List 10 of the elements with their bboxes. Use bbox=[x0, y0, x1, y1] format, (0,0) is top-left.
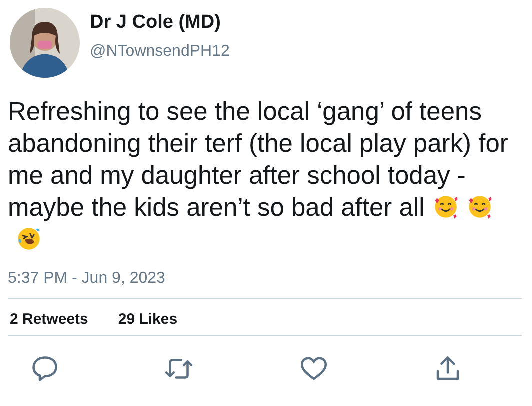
laughing-face-icon bbox=[16, 226, 42, 252]
stat-link[interactable]: 2 Retweets bbox=[10, 311, 88, 327]
speech-bubble-icon bbox=[30, 354, 60, 384]
smiling-face-with-hearts-icon bbox=[432, 194, 459, 220]
smiling-face-with-hearts-icon bbox=[466, 194, 493, 220]
timestamp[interactable]: 5:37 PM - Jun 9, 2023 bbox=[8, 270, 166, 288]
stat-link[interactable]: 29 Likes bbox=[118, 311, 178, 327]
author-name[interactable]: Dr J Cole (MD) bbox=[90, 11, 221, 35]
tweet-text: Refreshing to see the local ‘gang’ of teens abandoning their terf (the local play park) for me and my daughter after school today - maybe the kids aren’t so bad after all bbox=[8, 96, 518, 256]
author-handle[interactable]: @NTownsendPH12 bbox=[90, 41, 230, 63]
